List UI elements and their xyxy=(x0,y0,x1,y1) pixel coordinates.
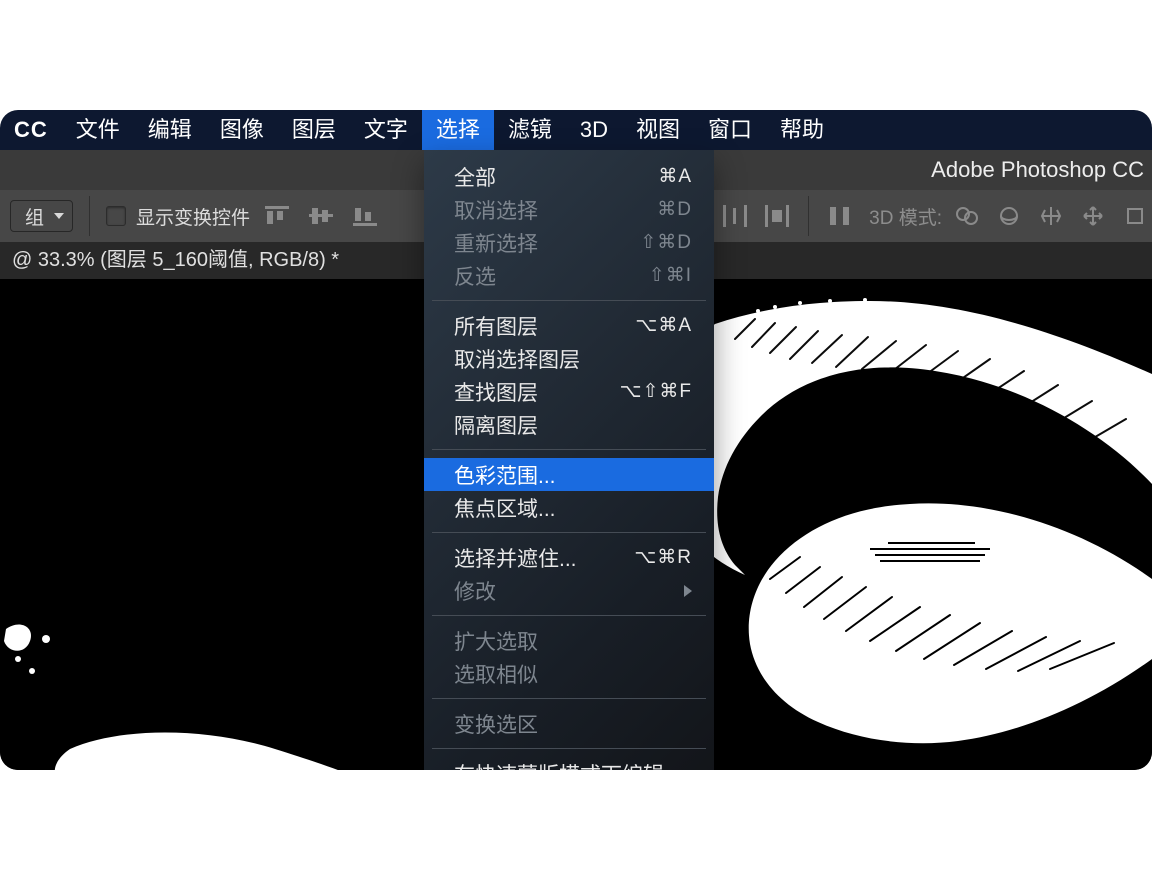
scale-3d-icon xyxy=(1118,199,1152,233)
show-transform-label: 显示变换控件 xyxy=(136,203,250,230)
distribute-hcenter-icon xyxy=(760,199,794,233)
menu-entry-label: 反选 xyxy=(454,261,649,291)
menu-entry: 修改 xyxy=(424,574,714,607)
menu-entry-label: 焦点区域... xyxy=(454,493,692,523)
menu-item-图像[interactable]: 图像 xyxy=(206,110,278,150)
menu-entry-label: 变换选区 xyxy=(454,709,692,739)
menu-entry: 扩大选取 xyxy=(424,624,714,657)
menu-entry[interactable]: 焦点区域... xyxy=(424,491,714,524)
menu-entry-shortcut: ⌥⌘R xyxy=(634,546,692,569)
align-top-icon xyxy=(260,199,294,233)
menu-entry: 取消选择⌘D xyxy=(424,193,714,226)
menu-entry-label: 所有图层 xyxy=(454,311,635,341)
rotate-3d-icon xyxy=(992,199,1026,233)
menu-entry[interactable]: 在快速蒙版模式下编辑 xyxy=(424,757,714,770)
menu-entry-label: 取消选择 xyxy=(454,195,657,225)
menu-entry-shortcut: ⌘D xyxy=(657,198,692,221)
menu-item-文件[interactable]: 文件 xyxy=(62,110,134,150)
mode-3d-label: 3D 模式: xyxy=(869,203,942,230)
menu-entry-shortcut: ⇧⌘D xyxy=(640,231,692,254)
document-tab-label: @ 33.3% (图层 5_160阈值, RGB/8) * xyxy=(12,249,339,271)
menu-item-文字[interactable]: 文字 xyxy=(350,110,422,150)
orbit-3d-icon xyxy=(950,199,984,233)
menu-entry-shortcut: ⌥⌘A xyxy=(635,314,692,337)
menu-entry[interactable]: 色彩范围... xyxy=(424,458,714,491)
menu-entry[interactable]: 取消选择图层 xyxy=(424,342,714,375)
menu-separator xyxy=(432,532,706,533)
distribute-space-icon xyxy=(823,199,857,233)
app-badge: CC xyxy=(0,117,62,143)
menu-entry-label: 全部 xyxy=(454,162,658,192)
menu-separator xyxy=(432,300,706,301)
menu-bar: CC 文件编辑图像图层文字选择滤镜3D视图窗口帮助 xyxy=(0,110,1152,150)
menu-entry[interactable]: 选择并遮住...⌥⌘R xyxy=(424,541,714,574)
menu-entry[interactable]: 隔离图层 xyxy=(424,408,714,441)
app-window: Adobe Photoshop CC CC 文件编辑图像图层文字选择滤镜3D视图… xyxy=(0,110,1152,770)
menu-item-视图[interactable]: 视图 xyxy=(622,110,694,150)
align-bottom-icon xyxy=(348,199,382,233)
chevron-down-icon xyxy=(54,213,64,219)
menu-entry-label: 选取相似 xyxy=(454,659,692,689)
pan-3d-icon xyxy=(1034,199,1068,233)
menu-item-3D[interactable]: 3D xyxy=(566,110,622,150)
distribute-h-icon xyxy=(718,199,752,233)
menu-item-滤镜[interactable]: 滤镜 xyxy=(494,110,566,150)
menu-entry-label: 重新选择 xyxy=(454,228,640,258)
align-vcenter-icon xyxy=(304,199,338,233)
menu-entry: 重新选择⇧⌘D xyxy=(424,226,714,259)
show-transform-checkbox[interactable] xyxy=(106,206,126,226)
group-combobox-label: 组 xyxy=(25,203,44,230)
group-combobox[interactable]: 组 xyxy=(10,200,73,232)
menu-entry[interactable]: 全部⌘A xyxy=(424,160,714,193)
menu-entry-label: 扩大选取 xyxy=(454,626,692,656)
menu-item-图层[interactable]: 图层 xyxy=(278,110,350,150)
select-menu-dropdown: 全部⌘A取消选择⌘D重新选择⇧⌘D反选⇧⌘I所有图层⌥⌘A取消选择图层查找图层⌥… xyxy=(424,150,714,770)
menu-entry-label: 查找图层 xyxy=(454,377,620,407)
menu-entry: 选取相似 xyxy=(424,657,714,690)
menu-separator xyxy=(432,449,706,450)
separator xyxy=(808,196,809,236)
menu-entry-label: 选择并遮住... xyxy=(454,543,634,573)
menu-entry-shortcut: ⌥⇧⌘F xyxy=(620,380,692,403)
app-title: Adobe Photoshop CC xyxy=(931,157,1144,182)
menu-item-窗口[interactable]: 窗口 xyxy=(694,110,766,150)
move-3d-icon xyxy=(1076,199,1110,233)
menu-entry[interactable]: 所有图层⌥⌘A xyxy=(424,309,714,342)
submenu-arrow-icon xyxy=(684,585,692,597)
menu-entry[interactable]: 查找图层⌥⇧⌘F xyxy=(424,375,714,408)
menu-separator xyxy=(432,698,706,699)
menu-separator xyxy=(432,615,706,616)
menu-entry-shortcut: ⌘A xyxy=(658,165,692,188)
menu-entry-label: 色彩范围... xyxy=(454,460,692,490)
separator xyxy=(89,196,90,236)
menu-entry-label: 在快速蒙版模式下编辑 xyxy=(454,759,692,771)
menu-entry-label: 取消选择图层 xyxy=(454,344,692,374)
menu-entry: 变换选区 xyxy=(424,707,714,740)
menu-item-帮助[interactable]: 帮助 xyxy=(766,110,838,150)
menu-entry: 反选⇧⌘I xyxy=(424,259,714,292)
menu-entry-shortcut: ⇧⌘I xyxy=(649,264,692,287)
menu-separator xyxy=(432,748,706,749)
menu-item-编辑[interactable]: 编辑 xyxy=(134,110,206,150)
menu-entry-label: 修改 xyxy=(454,576,684,606)
menu-entry-label: 隔离图层 xyxy=(454,410,692,440)
menu-item-选择[interactable]: 选择 xyxy=(422,110,494,150)
